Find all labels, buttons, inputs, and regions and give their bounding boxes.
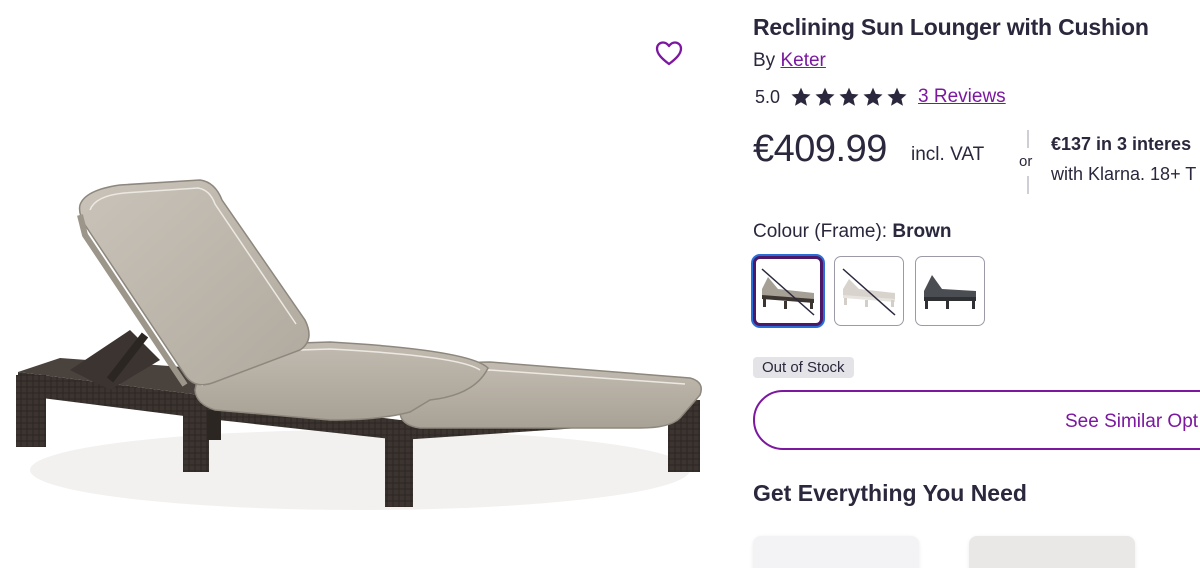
- rating-value: 5.0: [755, 86, 781, 107]
- star-filled-icon: [887, 87, 907, 106]
- see-similar-options-label: See Similar Opt: [1065, 411, 1199, 432]
- star-filled-icon: [839, 87, 859, 106]
- colour-label-text: Colour (Frame):: [753, 221, 888, 242]
- product-image[interactable]: [0, 0, 720, 568]
- colour-value: Brown: [892, 221, 952, 242]
- recommendation-card[interactable]: [753, 536, 919, 568]
- lounger-graphite-thumbnail: [924, 275, 976, 309]
- stock-status-badge: Out of Stock: [753, 357, 854, 378]
- section-heading: Get Everything You Need: [753, 480, 1027, 506]
- divider: [1027, 176, 1029, 194]
- or-label: or: [1019, 153, 1033, 170]
- brand-link[interactable]: Keter: [780, 50, 825, 71]
- price-row: €409.99 incl. VAT or €137 in 3 interes w…: [753, 126, 1200, 196]
- colour-label: Colour (Frame): Brown: [753, 221, 951, 243]
- star-filled-icon: [791, 87, 811, 106]
- sun-lounger-image: [16, 179, 702, 510]
- colour-swatches: [753, 256, 985, 326]
- brand-prefix: By: [753, 50, 776, 71]
- vat-label: incl. VAT: [911, 144, 985, 165]
- lounger-white-thumbnail: [842, 268, 896, 316]
- wishlist-button[interactable]: [652, 36, 686, 70]
- brand-line: By Keter: [753, 50, 826, 72]
- product-title: Reclining Sun Lounger with Cushion: [753, 14, 1149, 40]
- reviews-link[interactable]: 3 Reviews: [918, 86, 1006, 108]
- product-info-panel: Reclining Sun Lounger with Cushion By Ke…: [753, 0, 1200, 568]
- see-similar-options-button[interactable]: See Similar Opt: [753, 390, 1200, 450]
- heart-outline-icon: [655, 41, 683, 66]
- star-rating: [790, 86, 908, 108]
- klarna-installment: €137 in 3 interes: [1051, 134, 1192, 154]
- rating-row: 5.0 3 Reviews: [755, 86, 1006, 108]
- star-filled-icon: [863, 87, 883, 106]
- star-filled-icon: [815, 87, 835, 106]
- swatch-graphite[interactable]: [915, 256, 985, 326]
- divider: [1027, 130, 1029, 148]
- recommendation-card[interactable]: [969, 536, 1135, 568]
- price: €409.99: [753, 128, 887, 170]
- lounger-brown-thumbnail: [761, 268, 815, 316]
- swatch-brown[interactable]: [753, 256, 823, 326]
- swatch-white[interactable]: [834, 256, 904, 326]
- klarna-note: with Klarna. 18+ T: [1051, 164, 1197, 184]
